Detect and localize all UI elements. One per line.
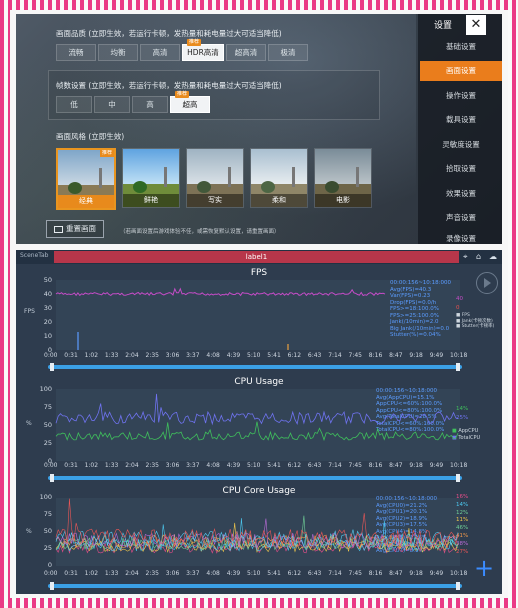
app-cpu-line	[55, 421, 459, 442]
fps-line	[55, 287, 386, 297]
total-cpu-line	[55, 393, 459, 426]
chart-traces	[55, 287, 459, 554]
